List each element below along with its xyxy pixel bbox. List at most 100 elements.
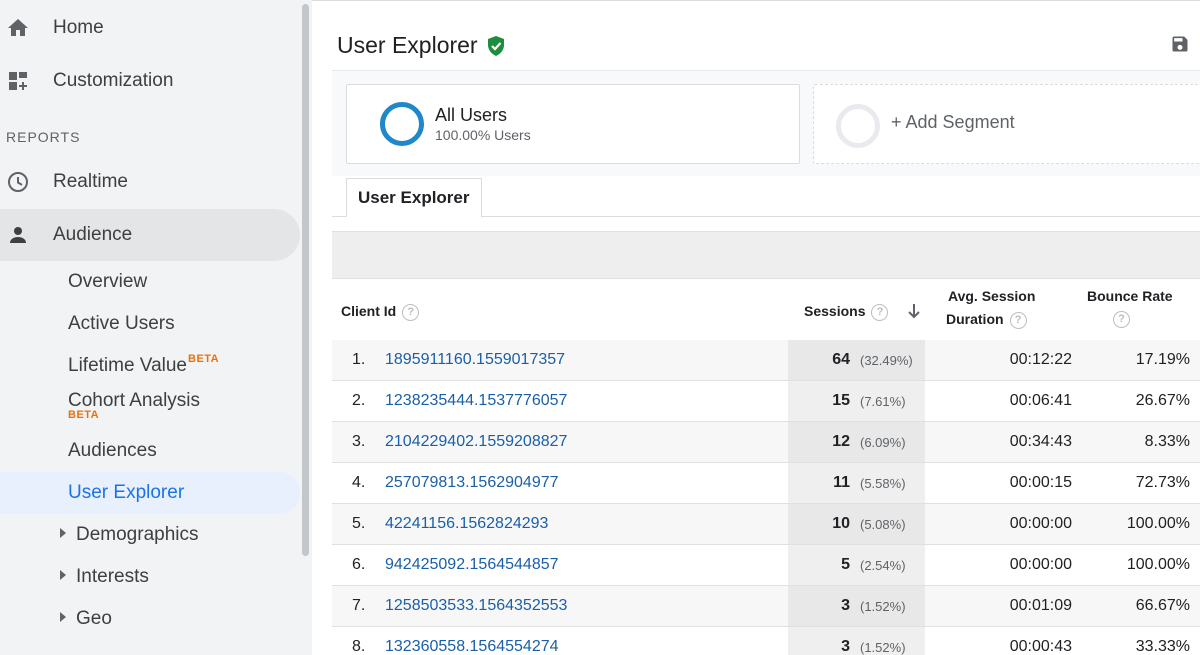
column-header-bounce-rate[interactable]: Bounce Rate	[1087, 288, 1173, 304]
client-id-link[interactable]: 132360558.1564554274	[385, 638, 559, 655]
add-segment-button[interactable]: + Add Segment	[813, 84, 1200, 164]
column-header-sessions[interactable]: Sessions?	[804, 303, 889, 321]
sidebar-subitem-audiences[interactable]: Audiences	[68, 440, 157, 462]
table-row: 1. 1895911160.1559017357 64 (32.49%) 00:…	[332, 340, 1200, 381]
table-row: 4. 257079813.1562904977 11 (5.58%) 00:00…	[332, 463, 1200, 504]
avg-session-duration: 00:00:15	[1009, 474, 1072, 491]
sessions-value: 10	[832, 515, 850, 532]
section-label-reports: REPORTS	[6, 129, 81, 145]
dashboard-icon	[9, 72, 27, 90]
sidebar-subitem-interests[interactable]: Interests	[60, 566, 149, 588]
sessions-percent: (5.08%)	[860, 517, 906, 532]
divider	[312, 0, 1200, 1]
table-row: 8. 132360558.1564554274 3 (1.52%) 00:00:…	[332, 627, 1200, 655]
table-row: 3. 2104229402.1559208827 12 (6.09%) 00:3…	[332, 422, 1200, 463]
table-row: 5. 42241156.1562824293 10 (5.08%) 00:00:…	[332, 504, 1200, 545]
beta-badge: BETA	[188, 353, 220, 365]
avg-session-duration: 00:06:41	[1009, 392, 1072, 409]
sidebar-item-customization[interactable]: Customization	[0, 55, 300, 107]
sessions-value: 3	[841, 597, 850, 614]
client-id-link[interactable]: 1895911160.1559017357	[385, 351, 565, 369]
save-icon[interactable]	[1170, 34, 1190, 54]
bounce-rate: 26.67%	[1135, 392, 1190, 409]
row-number: 3.	[352, 433, 366, 450]
client-id-link[interactable]: 42241156.1562824293	[385, 515, 548, 533]
sidebar-subitem-overview[interactable]: Overview	[68, 271, 147, 293]
row-number: 1.	[352, 351, 366, 368]
segment-all-users[interactable]: All Users 100.00% Users	[346, 84, 800, 164]
bounce-rate: 8.33%	[1144, 433, 1190, 450]
caret-right-icon	[60, 612, 66, 622]
sessions-value: 11	[833, 474, 850, 491]
sidebar-item-label: Realtime	[53, 171, 128, 192]
column-header-avg-session-line-1[interactable]: Avg. Session	[948, 288, 1035, 304]
sessions-percent: (1.52%)	[860, 640, 906, 655]
sort-descending-icon[interactable]	[908, 303, 920, 319]
tab-user-explorer[interactable]: User Explorer	[346, 178, 482, 217]
sidebar-scrollbar[interactable]	[302, 4, 309, 556]
client-id-link[interactable]: 1258503533.1564352553	[385, 597, 567, 615]
sidebar-subitem-demographics[interactable]: Demographics	[60, 524, 199, 546]
bounce-rate: 72.73%	[1135, 474, 1190, 491]
sidebar-subitem-user-explorer[interactable]: User Explorer	[0, 472, 300, 514]
sessions-percent: (2.54%)	[860, 558, 906, 573]
caret-right-icon	[60, 570, 66, 580]
sidebar-item-realtime[interactable]: Realtime	[0, 156, 300, 208]
column-header-avg-session-duration[interactable]: Duration?	[946, 311, 1027, 329]
sidebar-item-label: Audience	[53, 224, 133, 245]
avg-session-duration: 00:12:22	[1009, 351, 1072, 368]
sessions-percent: (7.61%)	[860, 394, 906, 409]
help-icon[interactable]: ?	[871, 303, 889, 321]
column-header-label: Duration	[946, 311, 1004, 327]
bounce-rate: 100.00%	[1126, 515, 1190, 532]
table-toolbar	[332, 231, 1200, 279]
column-header-label: Client Id	[341, 303, 397, 319]
main-content: User Explorer All Users 100.00% Users + …	[312, 0, 1200, 655]
avg-session-duration: 00:34:43	[1009, 433, 1072, 450]
segment-subtitle: 100.00% Users	[435, 127, 531, 143]
row-number: 5.	[352, 515, 366, 532]
help-icon[interactable]: ?	[1009, 311, 1027, 329]
sidebar-subitem-geo[interactable]: Geo	[60, 608, 112, 630]
sidebar-item-audience[interactable]: Audience	[0, 209, 300, 261]
person-icon	[10, 227, 26, 243]
sidebar-item-home[interactable]: Home	[0, 2, 300, 54]
bounce-rate: 33.33%	[1135, 638, 1190, 655]
client-id-link[interactable]: 942425092.1564544857	[385, 556, 559, 574]
column-header-label: Sessions	[804, 303, 866, 319]
row-number: 2.	[352, 392, 366, 409]
sidebar-subitem-active-users[interactable]: Active Users	[68, 313, 175, 335]
sessions-value: 12	[832, 433, 850, 450]
sidebar-subitem-label: Demographics	[76, 524, 199, 545]
bounce-rate: 66.67%	[1135, 597, 1190, 614]
segment-ring-icon	[380, 102, 424, 146]
table-row: 2. 1238235444.1537776057 15 (7.61%) 00:0…	[332, 381, 1200, 422]
sessions-value: 15	[832, 392, 850, 409]
page-title-text: User Explorer	[337, 32, 478, 58]
sidebar-item-label: Customization	[53, 70, 174, 91]
help-icon[interactable]: ?	[402, 303, 420, 321]
client-id-link[interactable]: 2104229402.1559208827	[385, 433, 567, 451]
page-title: User Explorer	[337, 32, 506, 59]
client-id-link[interactable]: 1238235444.1537776057	[385, 392, 567, 410]
sidebar-subitem-label: Geo	[76, 608, 112, 629]
segment-placeholder-icon	[836, 104, 880, 148]
column-header-client-id[interactable]: Client Id?	[341, 303, 420, 321]
help-icon[interactable]: ?	[1113, 311, 1130, 328]
row-number: 7.	[352, 597, 366, 614]
row-number: 8.	[352, 638, 366, 655]
sidebar: Home Customization REPORTS Realtime Audi…	[0, 0, 312, 655]
sessions-value: 3	[841, 638, 850, 655]
client-id-link[interactable]: 257079813.1562904977	[385, 474, 559, 492]
home-icon	[8, 19, 28, 36]
divider	[332, 70, 1200, 71]
sidebar-subitem-lifetime-value[interactable]: Lifetime ValueBETA	[68, 353, 220, 377]
verified-shield-icon	[487, 35, 504, 56]
caret-right-icon	[60, 528, 66, 538]
bounce-rate: 17.19%	[1135, 351, 1190, 368]
sessions-value: 5	[841, 556, 850, 573]
sessions-value: 64	[832, 351, 850, 368]
sessions-percent: (6.09%)	[860, 435, 906, 450]
bounce-rate: 100.00%	[1126, 556, 1190, 573]
avg-session-duration: 00:00:00	[1009, 556, 1072, 573]
